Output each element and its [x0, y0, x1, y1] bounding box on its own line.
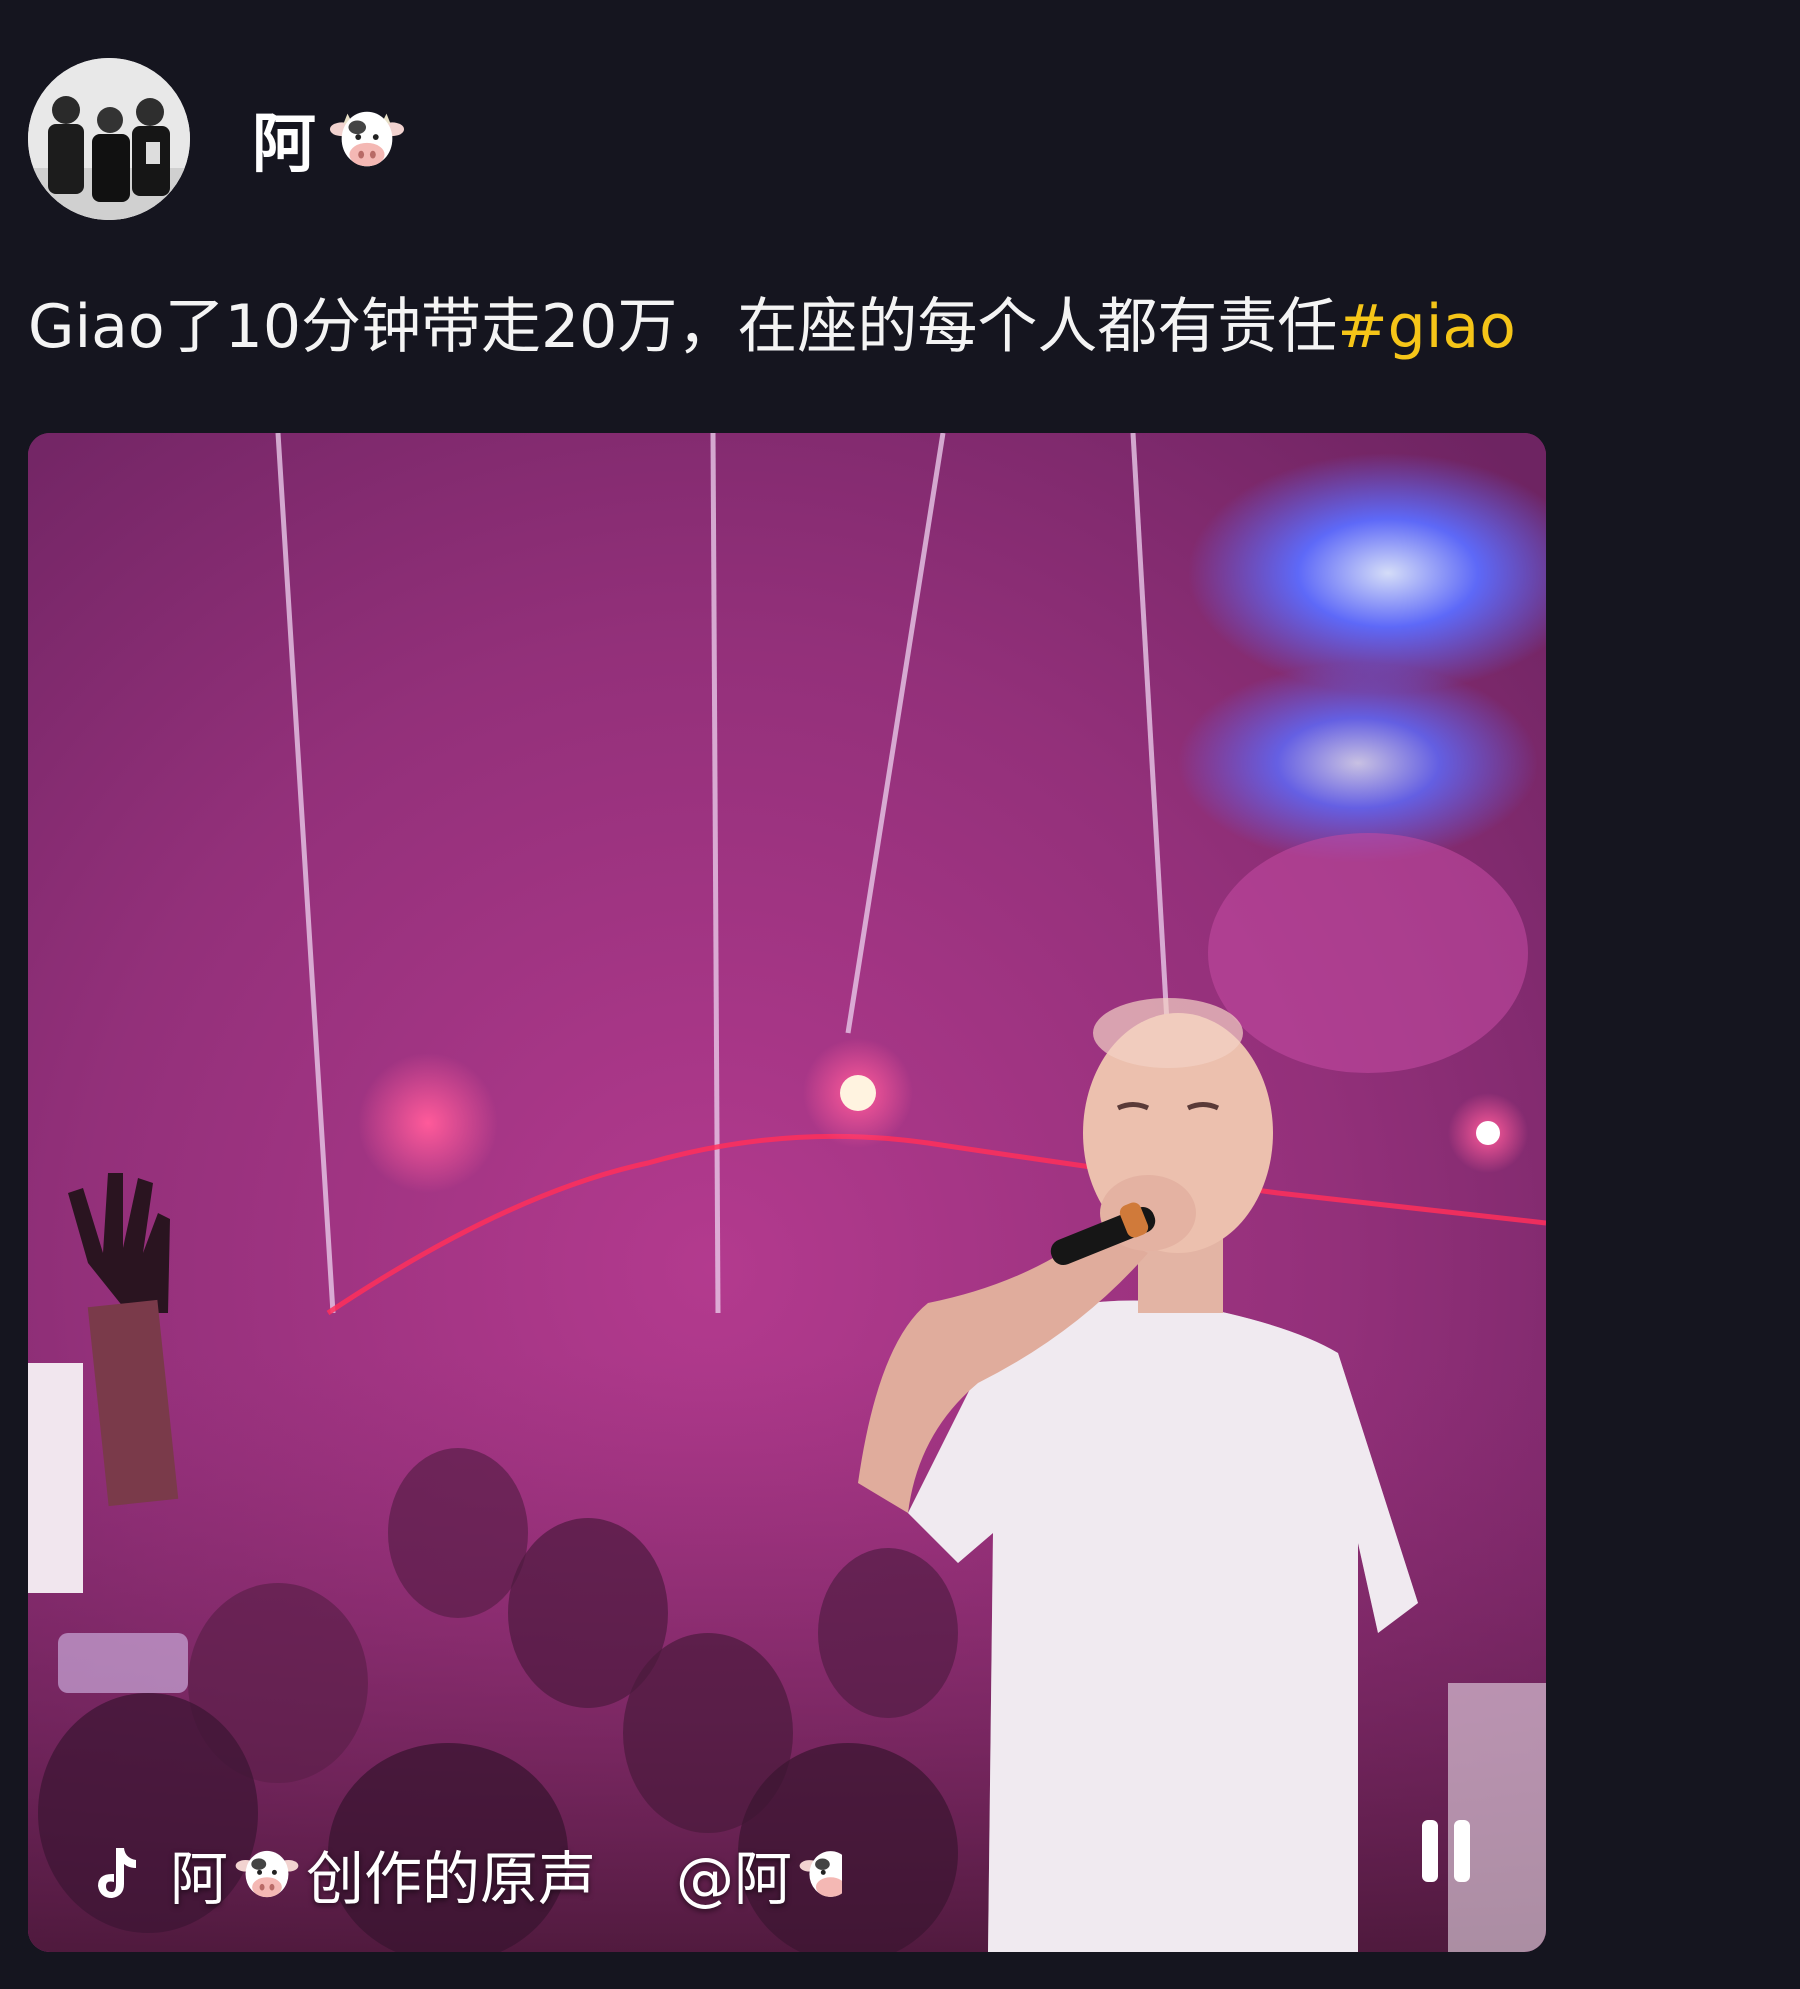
- cow-face-icon: [235, 1850, 299, 1898]
- avatar[interactable]: [28, 58, 190, 220]
- video-sound-bar[interactable]: 阿 创作的原声 @阿: [88, 1832, 843, 1916]
- hashtag-link[interactable]: #giao: [1337, 292, 1516, 362]
- avatar-image: [28, 58, 190, 220]
- post-caption: Giao了10分钟带走20万，在座的每个人都有责任#giao: [28, 282, 1516, 372]
- author-name[interactable]: 阿: [252, 93, 406, 185]
- post-caption-text: Giao了10分钟带走20万，在座的每个人都有责任: [28, 292, 1338, 362]
- sound-suffix: 创作的原声: [306, 1845, 597, 1913]
- original-sound-label[interactable]: 阿 创作的原声: [170, 1832, 596, 1916]
- video-frame: [28, 433, 1546, 1952]
- mention-text: @阿: [676, 1845, 793, 1913]
- cow-face-icon: [799, 1851, 843, 1897]
- pause-icon[interactable]: [1416, 1816, 1476, 1886]
- mention-link[interactable]: @阿: [676, 1832, 843, 1916]
- video-player[interactable]: 阿 创作的原声 @阿: [28, 433, 1546, 1952]
- tiktok-icon: [98, 1848, 136, 1898]
- author-name-text: 阿: [252, 108, 316, 182]
- post-page: 阿 Giao了10分钟带走20万，在座的每个人都有责任#giao 阿 创作的原声…: [0, 0, 1800, 1989]
- cow-face-icon: [329, 111, 405, 167]
- post-header: 阿: [28, 58, 406, 220]
- sound-author-prefix: 阿: [170, 1845, 229, 1913]
